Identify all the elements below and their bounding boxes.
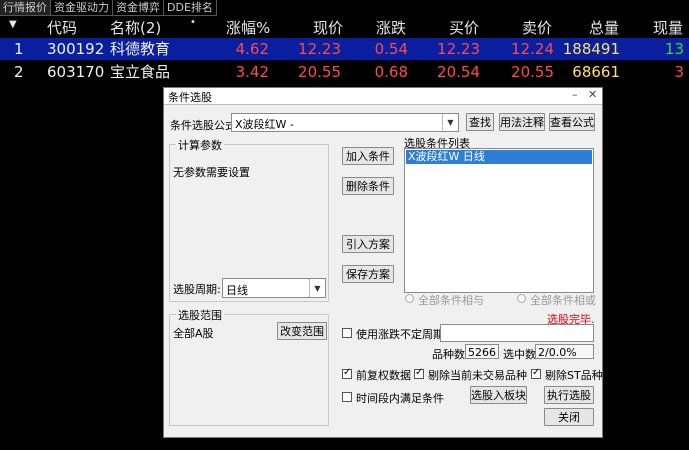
table-row[interactable]: 2 603170 宝立食品 3.42 20.55 0.68 20.54 20.5… [0, 61, 689, 83]
chevron-down-icon[interactable]: ▼ [442, 114, 458, 131]
period-value: 日线 [226, 282, 248, 298]
ask: 12.24 [511, 38, 554, 60]
radio-or-label: 全部条件相或 [530, 292, 596, 308]
radio-and[interactable] [405, 294, 414, 303]
rm-notrade-checkbox[interactable] [414, 369, 424, 379]
usage-notes-button[interactable]: 用法注释 [499, 113, 545, 131]
time-range-checkbox[interactable] [342, 392, 352, 402]
formula-label: 条件选股公式 [170, 117, 236, 133]
list-item[interactable]: X波段红W 日线 [406, 150, 592, 164]
tab-fund-drive[interactable]: 资金驱动力 [51, 0, 113, 16]
period-select[interactable]: 日线 ▼ [222, 278, 326, 298]
price: 20.55 [298, 61, 341, 83]
range-group: 选股范围 全部A股 改变范围 [169, 314, 329, 426]
change-pct: 4.62 [236, 38, 269, 60]
row-index: 2 [14, 61, 24, 83]
count-label: 品种数 [432, 346, 465, 362]
use-period-checkbox[interactable] [342, 328, 352, 338]
col-bid[interactable]: 买价 [449, 17, 479, 38]
save-plan-button[interactable]: 保存方案 [342, 265, 394, 283]
find-button[interactable]: 查找 [466, 113, 494, 131]
col-dot: • [190, 17, 196, 28]
col-change[interactable]: 涨跌 [376, 17, 406, 38]
calc-params-group: 计算参数 无参数需要设置 选股周期: 日线 ▼ [169, 144, 329, 302]
change: 0.68 [375, 61, 408, 83]
selected-box: 2/0.0% [535, 344, 594, 359]
close-icon[interactable]: ✕ [588, 88, 597, 101]
period-input[interactable] [440, 324, 594, 342]
fq-label: 前复权数据 [356, 367, 411, 383]
rm-st-checkbox[interactable] [531, 369, 541, 379]
volume: 188491 [563, 38, 620, 60]
row-index: 1 [14, 38, 24, 60]
stock-screener-dialog: 条件选股 – ✕ 条件选股公式 X波段红W - ▼ 查找 用法注释 查看公式 计… [163, 87, 603, 438]
bid: 20.54 [437, 61, 480, 83]
cur-vol: 13 [665, 38, 684, 60]
col-change-pct[interactable]: 涨幅% [226, 17, 270, 38]
formula-value: X波段红W - [235, 116, 294, 132]
stock-code: 300192 [47, 38, 104, 60]
selected-label: 选中数 [503, 346, 536, 362]
tab-dde-rank[interactable]: DDE排名 [164, 0, 217, 16]
top-tab-strip: 行情报价 资金驱动力 资金博弈 DDE排名 [0, 0, 689, 16]
execute-button[interactable]: 执行选股 [544, 386, 594, 404]
col-code[interactable]: 代码 [47, 17, 77, 38]
table-header: ▼ 代码 名称(2) • 涨幅% 现价 涨跌 买价 卖价 总量 现量 [0, 17, 689, 39]
price: 12.23 [298, 38, 341, 60]
stock-code: 603170 [47, 61, 104, 83]
bid: 12.23 [437, 38, 480, 60]
radio-and-label: 全部条件相与 [418, 292, 484, 308]
count-box: 5266 [465, 344, 499, 359]
time-range-label: 时间段内满足条件 [356, 390, 444, 406]
col-volume[interactable]: 总量 [589, 17, 619, 38]
col-ask[interactable]: 卖价 [522, 17, 552, 38]
col-price[interactable]: 现价 [313, 17, 343, 38]
stock-name: 宝立食品 [110, 61, 170, 83]
rm-notrade-label: 剔除当前未交易品种 [428, 367, 527, 383]
col-cur-vol[interactable]: 现量 [653, 17, 683, 38]
formula-select[interactable]: X波段红W - ▼ [231, 113, 459, 132]
rm-st-label: 剔除ST品种 [545, 367, 603, 383]
ask: 20.55 [511, 61, 554, 83]
range-title: 选股范围 [176, 307, 224, 323]
tab-fund-game[interactable]: 资金博弈 [113, 0, 164, 16]
no-params-text: 无参数需要设置 [173, 164, 250, 180]
condition-list[interactable]: X波段红W 日线 [404, 148, 594, 293]
delete-condition-button[interactable]: 删除条件 [342, 177, 394, 195]
period-label: 选股周期: [173, 281, 221, 297]
selected-value: 2/0.0% [538, 346, 577, 359]
stock-name: 科德教育 [110, 38, 170, 60]
view-formula-button[interactable]: 查看公式 [549, 113, 595, 131]
col-name[interactable]: 名称(2) [110, 17, 161, 38]
tab-quote[interactable]: 行情报价 [0, 0, 51, 16]
calc-params-title: 计算参数 [176, 137, 224, 153]
change: 0.54 [375, 38, 408, 60]
change-range-button[interactable]: 改变范围 [277, 322, 327, 340]
cur-vol: 3 [674, 61, 684, 83]
table-row[interactable]: 1 300192 科德教育 4.62 12.23 0.54 12.23 12.2… [0, 38, 689, 60]
close-button[interactable]: 关闭 [544, 408, 594, 426]
fq-checkbox[interactable] [342, 369, 352, 379]
add-condition-button[interactable]: 加入条件 [342, 147, 394, 165]
chevron-down-icon[interactable]: ▼ [309, 279, 325, 297]
sort-arrow-icon[interactable]: ▼ [9, 19, 17, 30]
count-value: 5266 [468, 346, 496, 359]
range-value: 全部A股 [173, 325, 214, 341]
minimize-icon[interactable]: – [572, 88, 578, 101]
dialog-title: 条件选股 [168, 89, 212, 105]
volume: 68661 [572, 61, 620, 83]
import-plan-button[interactable]: 引入方案 [342, 235, 394, 253]
use-period-label: 使用涨跌不定周期 [356, 326, 444, 342]
dialog-titlebar[interactable]: 条件选股 – ✕ [164, 88, 602, 105]
to-block-button[interactable]: 选股入板块 [470, 386, 527, 404]
change-pct: 3.42 [236, 61, 269, 83]
radio-or[interactable] [517, 294, 526, 303]
